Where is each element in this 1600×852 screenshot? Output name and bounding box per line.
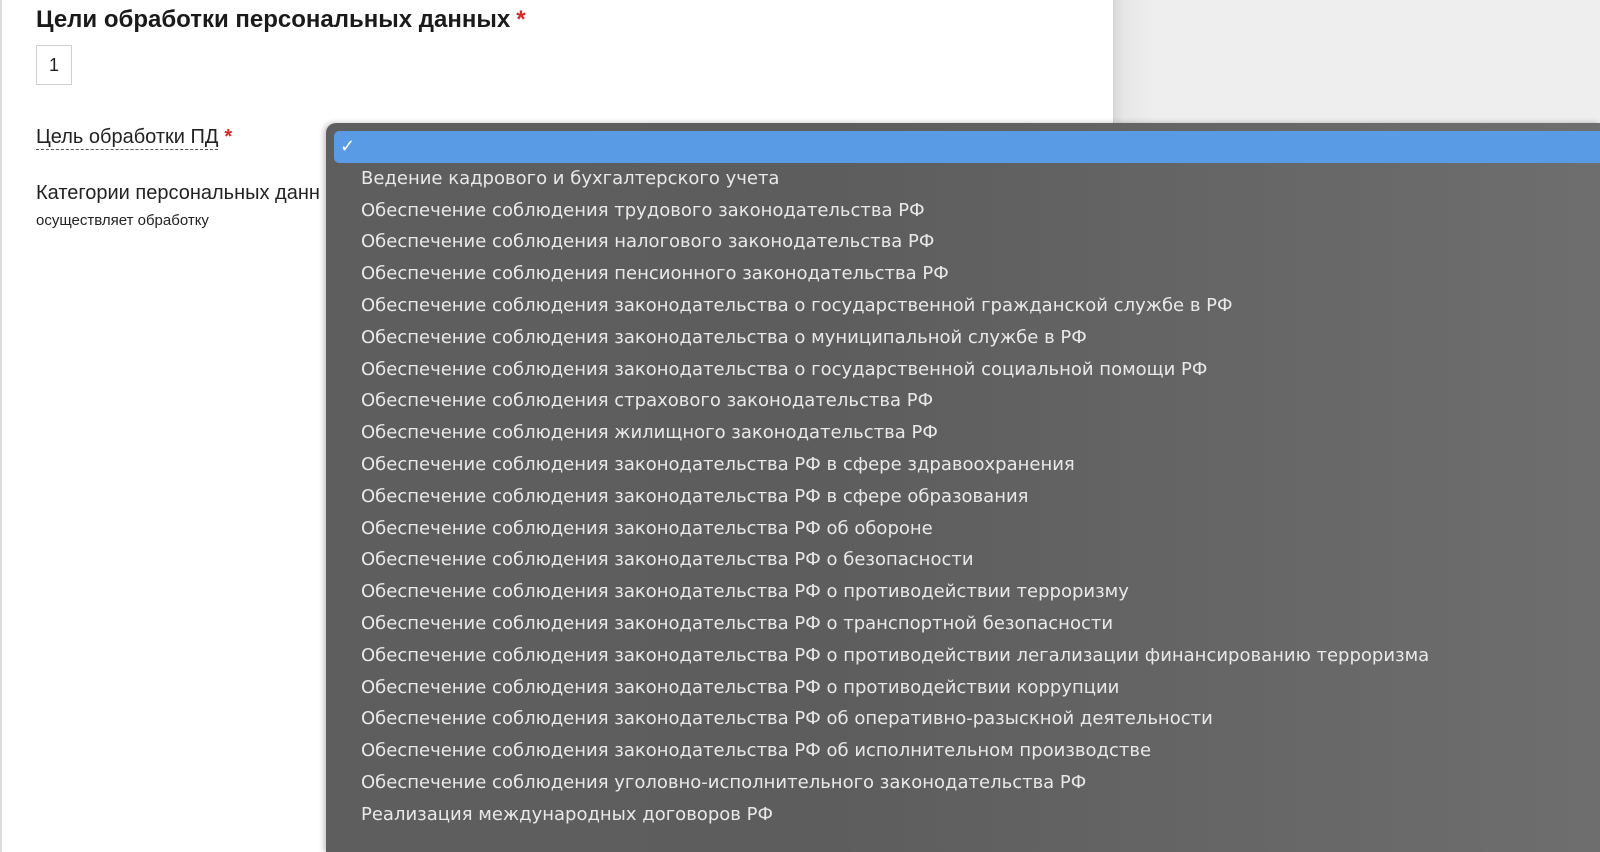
- dropdown-option[interactable]: Обеспечение соблюдения законодательства …: [326, 544, 1600, 576]
- dropdown-option-label: Обеспечение соблюдения законодательства …: [361, 740, 1152, 762]
- dropdown-option[interactable]: Обеспечение соблюдения законодательства …: [326, 481, 1600, 513]
- dropdown-option-label: Обеспечение соблюдения законодательства …: [361, 612, 1114, 634]
- dropdown-option-label: Обеспечение соблюдения жилищного законод…: [361, 422, 938, 444]
- section-title: Цели обработки персональных данных *: [36, 6, 526, 34]
- dropdown-option-label: Обеспечение соблюдения законодательства …: [361, 517, 933, 539]
- required-mark: *: [224, 126, 233, 148]
- purpose-field-label: Цель обработки ПД *: [36, 126, 233, 150]
- dropdown-option-label: Обеспечение соблюдения законодательства …: [361, 581, 1129, 603]
- purpose-select-dropdown[interactable]: ✓ Ведение кадрового и бухгалтерского учет…: [326, 123, 1600, 852]
- dropdown-option-label: Обеспечение соблюдения пенсионного закон…: [361, 263, 949, 285]
- section-title-text: Цели обработки персональных данных: [36, 6, 511, 33]
- dropdown-option[interactable]: Ведение кадрового и бухгалтерского учета: [326, 163, 1600, 195]
- dropdown-option[interactable]: Реализация международных договоров РФ: [326, 799, 1600, 831]
- dropdown-option[interactable]: Обеспечение соблюдения страхового законо…: [326, 385, 1600, 417]
- dropdown-option[interactable]: Обеспечение соблюдения налогового законо…: [326, 226, 1600, 258]
- purpose-count-field[interactable]: 1: [36, 45, 72, 85]
- dropdown-option-label: Обеспечение соблюдения законодательства …: [361, 358, 1208, 380]
- dropdown-option[interactable]: Обеспечение соблюдения законодательства …: [326, 640, 1600, 672]
- dropdown-option[interactable]: Обеспечение соблюдения уголовно-исполнит…: [326, 767, 1600, 799]
- dropdown-option-label: Обеспечение соблюдения уголовно-исполнит…: [361, 771, 1087, 793]
- dropdown-option-label: Обеспечение соблюдения законодательства …: [361, 485, 1029, 507]
- dropdown-option-label: Обеспечение соблюдения трудового законод…: [361, 199, 925, 221]
- dropdown-option-label: Обеспечение соблюдения законодательства …: [361, 676, 1120, 698]
- dropdown-option-label: Обеспечение соблюдения законодательства …: [361, 644, 1430, 666]
- dropdown-option[interactable]: Обеспечение соблюдения законодательства …: [326, 322, 1600, 354]
- dropdown-option[interactable]: Обеспечение соблюдения законодательства …: [326, 449, 1600, 481]
- dropdown-option[interactable]: Обеспечение соблюдения законодательства …: [326, 513, 1600, 545]
- dropdown-option[interactable]: Обеспечение соблюдения законодательства …: [326, 354, 1600, 386]
- categories-field-label: Категории персональных данн: [36, 182, 320, 204]
- required-mark: *: [516, 6, 526, 33]
- dropdown-option-label: Обеспечение соблюдения законодательства …: [361, 294, 1233, 316]
- dropdown-option-label: Ведение кадрового и бухгалтерского учета: [361, 167, 780, 189]
- dropdown-option[interactable]: Обеспечение соблюдения пенсионного закон…: [326, 258, 1600, 290]
- dropdown-option-label: Реализация международных договоров РФ: [361, 803, 773, 825]
- dropdown-option[interactable]: Обеспечение соблюдения законодательства …: [326, 735, 1600, 767]
- checkmark-icon: ✓: [340, 136, 356, 157]
- dropdown-option-label: Обеспечение соблюдения законодательства …: [361, 708, 1213, 730]
- dropdown-option[interactable]: Обеспечение соблюдения жилищного законод…: [326, 417, 1600, 449]
- dropdown-option-label: Обеспечение соблюдения законодательства …: [361, 549, 974, 571]
- dropdown-option-selected[interactable]: ✓: [334, 131, 1600, 163]
- purpose-label-text[interactable]: Цель обработки ПД: [36, 126, 219, 150]
- categories-field-hint: осуществляет обработку: [36, 212, 209, 229]
- dropdown-option[interactable]: Обеспечение соблюдения трудового законод…: [326, 195, 1600, 227]
- dropdown-options-list: ✓ Ведение кадрового и бухгалтерского учет…: [326, 123, 1600, 831]
- dropdown-option-label: Обеспечение соблюдения законодательства …: [361, 326, 1087, 348]
- dropdown-option[interactable]: Обеспечение соблюдения законодательства …: [326, 608, 1600, 640]
- dropdown-option-label: Обеспечение соблюдения законодательства …: [361, 453, 1075, 475]
- dropdown-option-label: Обеспечение соблюдения налогового законо…: [361, 231, 935, 253]
- dropdown-option[interactable]: Обеспечение соблюдения законодательства …: [326, 703, 1600, 735]
- dropdown-option-label: Обеспечение соблюдения страхового законо…: [361, 390, 934, 412]
- dropdown-option[interactable]: Обеспечение соблюдения законодательства …: [326, 672, 1600, 704]
- dropdown-option[interactable]: Обеспечение соблюдения законодательства …: [326, 576, 1600, 608]
- dropdown-option[interactable]: Обеспечение соблюдения законодательства …: [326, 290, 1600, 322]
